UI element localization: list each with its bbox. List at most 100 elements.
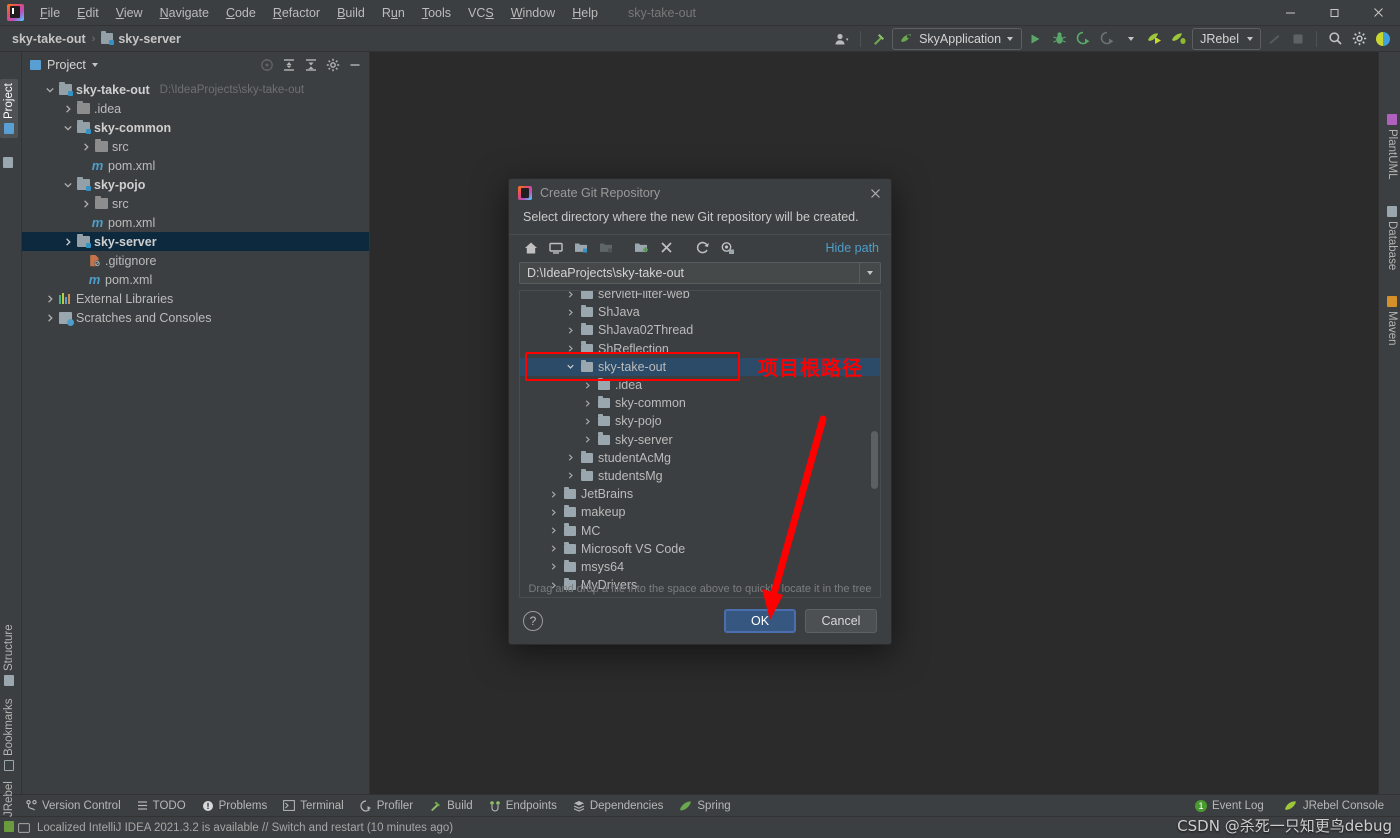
ok-button[interactable]: OK [724, 609, 796, 633]
tree-row-sky-take-out[interactable]: sky-take-out D:\IdeaProjects\sky-take-ou… [22, 80, 369, 99]
tree-row-sky-pojo-pom[interactable]: m pom.xml [22, 213, 369, 232]
chevron-right-icon[interactable] [581, 381, 593, 389]
dir-row-sky-server[interactable]: sky-server [520, 431, 880, 449]
chevron-right-icon[interactable] [44, 294, 55, 303]
tree-row-sky-pojo[interactable]: sky-pojo [22, 175, 369, 194]
dir-row-studentAcMg[interactable]: studentAcMg [520, 449, 880, 467]
chevron-down-icon[interactable] [91, 63, 98, 67]
expand-all-icon[interactable] [279, 55, 299, 75]
chevron-right-icon[interactable] [547, 491, 559, 498]
chevron-right-icon[interactable] [564, 454, 576, 461]
menu-tools[interactable]: Tools [414, 2, 459, 24]
breadcrumb-item-project[interactable]: sky-take-out [8, 30, 90, 48]
menu-edit[interactable]: Edit [69, 2, 107, 24]
menu-code[interactable]: Code [218, 2, 264, 24]
chevron-down-icon[interactable] [564, 363, 576, 370]
path-input-wrapper[interactable] [519, 262, 881, 284]
dir-row-ShJava02Thread[interactable]: ShJava02Thread [520, 321, 880, 339]
breadcrumb-item-module[interactable]: sky-server [97, 30, 185, 48]
chevron-right-icon[interactable] [547, 563, 559, 571]
chevron-right-icon[interactable] [547, 527, 559, 534]
statusbar-item-profiler[interactable]: Profiler [352, 798, 421, 814]
chevron-right-icon[interactable] [581, 436, 593, 443]
statusbar-item-todo[interactable]: TODO [129, 798, 194, 814]
tree-row-idea[interactable]: .idea [22, 99, 369, 118]
show-hidden-files-icon[interactable] [716, 237, 739, 258]
directory-tree-scrollbar[interactable] [871, 431, 878, 489]
chevron-right-icon[interactable] [547, 509, 559, 516]
user-avatar-icon[interactable] [1372, 28, 1394, 50]
tree-row-root-pom[interactable]: m pom.xml [22, 270, 369, 289]
tree-row-sky-common-src[interactable]: src [22, 137, 369, 156]
attach-profiler-icon[interactable] [1263, 28, 1285, 50]
project-dir-icon[interactable] [569, 237, 592, 258]
chevron-down-icon[interactable] [62, 124, 73, 132]
settings-gear-icon[interactable] [1348, 28, 1370, 50]
dialog-close-button[interactable] [865, 183, 885, 203]
stripe-button-project[interactable]: Project [0, 79, 18, 138]
chevron-right-icon[interactable] [547, 545, 559, 552]
close-button[interactable] [1356, 0, 1400, 26]
statusbar-item-dependencies[interactable]: Dependencies [565, 798, 672, 814]
menu-run[interactable]: Run [374, 2, 413, 24]
chevron-right-icon[interactable] [564, 291, 576, 298]
tree-row-sky-pojo-src[interactable]: src [22, 194, 369, 213]
run-with-coverage-icon[interactable] [1072, 28, 1094, 50]
statusbar-item-version-control[interactable]: Version Control [18, 798, 129, 814]
account-icon[interactable] [831, 28, 853, 50]
help-button[interactable]: ? [523, 611, 543, 631]
chevron-right-icon[interactable] [564, 472, 576, 480]
chevron-right-icon[interactable] [581, 418, 593, 425]
jrebel-selector[interactable]: JRebel [1192, 27, 1261, 50]
search-everywhere-icon[interactable] [1324, 28, 1346, 50]
dir-row-servletFilter-web[interactable]: servletFilter-web [520, 291, 880, 303]
collapse-all-icon[interactable] [301, 55, 321, 75]
hide-icon[interactable] [345, 55, 365, 75]
new-folder-icon[interactable] [630, 237, 653, 258]
statusbar-item-terminal[interactable]: Terminal [275, 798, 351, 814]
path-input[interactable] [527, 266, 859, 280]
chevron-right-icon[interactable] [62, 104, 73, 113]
menu-navigate[interactable]: Navigate [152, 2, 217, 24]
options-gear-icon[interactable] [323, 55, 343, 75]
profile-icon[interactable] [1096, 28, 1118, 50]
chevron-right-icon[interactable] [564, 309, 576, 316]
chevron-right-icon[interactable] [564, 327, 576, 334]
chevron-down-icon[interactable] [1120, 28, 1142, 50]
tree-row-external-libraries[interactable]: External Libraries [22, 289, 369, 308]
path-dropdown-button[interactable] [859, 263, 880, 283]
minimize-button[interactable] [1268, 0, 1312, 26]
maximize-button[interactable] [1312, 0, 1356, 26]
tree-row-sky-common-pom[interactable]: m pom.xml [22, 156, 369, 175]
menu-build[interactable]: Build [329, 2, 373, 24]
tree-row-sky-server[interactable]: sky-server [22, 232, 369, 251]
tree-row-scratches-and-consoles[interactable]: Scratches and Consoles [22, 308, 369, 327]
chevron-down-icon[interactable] [62, 181, 73, 189]
build-hammer-icon[interactable] [868, 28, 890, 50]
debug-icon[interactable] [1048, 28, 1070, 50]
menu-refactor[interactable]: Refactor [265, 2, 328, 24]
chevron-right-icon[interactable] [44, 313, 55, 322]
tree-row-sky-common[interactable]: sky-common [22, 118, 369, 137]
chevron-right-icon[interactable] [80, 199, 91, 208]
delete-icon[interactable] [655, 237, 678, 258]
chevron-right-icon[interactable] [62, 237, 73, 246]
stripe-button-project-folder[interactable] [0, 153, 16, 172]
refresh-icon[interactable] [691, 237, 714, 258]
statusbar-item-endpoints[interactable]: Endpoints [481, 798, 565, 814]
dir-row-Microsoft-VS-Code[interactable]: Microsoft VS Code [520, 540, 880, 558]
statusbar-item-build[interactable]: Build [421, 797, 481, 814]
stripe-button-jrebel[interactable]: JRebel [0, 777, 18, 836]
menu-help[interactable]: Help [564, 2, 606, 24]
project-tree[interactable]: sky-take-out D:\IdeaProjects\sky-take-ou… [22, 78, 369, 794]
menu-vcs[interactable]: VCS [460, 2, 502, 24]
stripe-button-structure[interactable]: Structure [0, 620, 18, 690]
module-dir-icon[interactable] [594, 237, 617, 258]
dir-row-makeup[interactable]: makeup [520, 503, 880, 521]
stripe-button-bookmarks[interactable]: Bookmarks [0, 694, 18, 775]
menu-view[interactable]: View [108, 2, 151, 24]
chevron-right-icon[interactable] [581, 400, 593, 407]
tree-row-gitignore[interactable]: .gitignore [22, 251, 369, 270]
menu-window[interactable]: Window [503, 2, 563, 24]
jrebel-run-icon[interactable] [1144, 28, 1166, 50]
